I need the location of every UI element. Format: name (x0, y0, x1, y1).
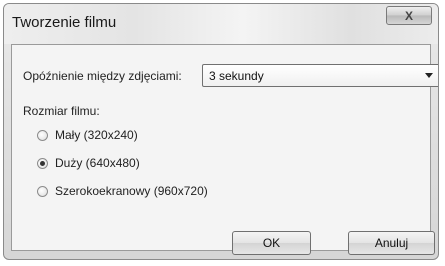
radio-option-small[interactable]: Mały (320x240) (37, 127, 138, 143)
radio-button-large[interactable] (37, 157, 48, 169)
radio-label-large: Duży (640x480) (55, 156, 140, 170)
close-button[interactable]: X (386, 6, 432, 25)
radio-option-large[interactable]: Duży (640x480) (37, 155, 140, 171)
window-title: Tworzenie filmu (12, 14, 117, 31)
delay-select[interactable]: 3 sekundy (202, 64, 438, 87)
close-icon: X (404, 8, 413, 23)
delay-select-value: 3 sekundy (209, 69, 264, 83)
radio-button-widescreen[interactable] (37, 185, 48, 197)
chevron-down-icon (425, 73, 433, 78)
radio-label-widescreen: Szerokoekranowy (960x720) (55, 184, 208, 198)
radio-button-small[interactable] (37, 129, 48, 141)
cancel-button[interactable]: Anuluj (348, 231, 435, 255)
ok-button[interactable]: OK (232, 231, 311, 255)
dialog-window: Tworzenie filmu X Opóźnienie między zdję… (3, 3, 439, 260)
title-bar: Tworzenie filmu X (4, 4, 438, 44)
radio-label-small: Mały (320x240) (55, 128, 138, 142)
delay-label: Opóźnienie między zdjęciami: (23, 69, 182, 83)
dialog-content: Opóźnienie między zdjęciami: 3 sekundy R… (11, 44, 438, 255)
size-label: Rozmiar filmu: (23, 104, 100, 118)
radio-option-widescreen[interactable]: Szerokoekranowy (960x720) (37, 183, 208, 199)
